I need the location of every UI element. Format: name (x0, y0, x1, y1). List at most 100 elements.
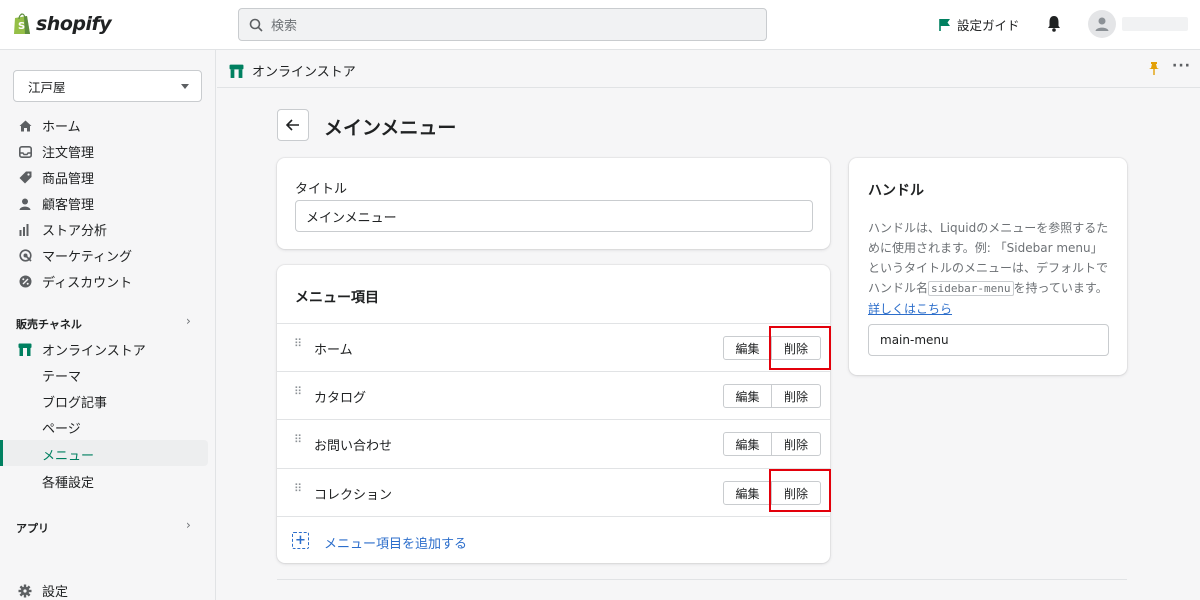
gear-icon (18, 584, 32, 598)
more-actions-icon[interactable]: ··· (1172, 58, 1191, 74)
svg-text:S: S (18, 21, 25, 32)
list-item: ⠿ ホーム 編集 削除 (277, 323, 830, 371)
breadcrumb-label: オンラインストア (252, 65, 356, 80)
handle-description: ハンドルは、Liquidのメニューを参照するために使用されます。例: 「Side… (868, 218, 1111, 319)
sidebar-subitem-blog[interactable]: ブログ記事 (42, 392, 107, 411)
menu-item-label[interactable]: コレクション (314, 484, 392, 503)
user-icon (1095, 17, 1109, 31)
drag-handle-icon[interactable]: ⠿ (294, 483, 302, 494)
flag-icon (939, 18, 950, 31)
breadcrumb[interactable]: オンラインストア (229, 61, 356, 80)
menu-item-label[interactable]: カタログ (314, 387, 366, 406)
arrow-left-icon (286, 119, 299, 131)
store-selector[interactable]: 江戸屋 (13, 70, 202, 102)
sidebar-item-label: 設定 (42, 585, 69, 600)
sidebar-subitem-menus[interactable]: メニュー (42, 445, 94, 464)
sidebar-item-products[interactable]: 商品管理 (18, 168, 94, 187)
sidebar-item-analytics[interactable]: ストア分析 (18, 220, 107, 239)
shopify-bag-icon: S (14, 13, 30, 34)
divider (277, 579, 1127, 580)
bell-icon[interactable] (1046, 14, 1062, 32)
edit-button[interactable]: 編集 (723, 384, 772, 408)
orders-icon (18, 145, 32, 159)
sidebar-item-label: ストア分析 (42, 224, 108, 239)
sidebar-item-label: 顧客管理 (42, 198, 95, 213)
delete-button[interactable]: 削除 (772, 432, 821, 456)
handle-input-value: main-menu (880, 333, 949, 347)
drag-handle-icon[interactable]: ⠿ (294, 386, 302, 397)
tag-icon (18, 171, 32, 185)
discount-icon (18, 275, 32, 289)
list-item: ⠿ お問い合わせ 編集 削除 (277, 419, 830, 467)
setup-guide-button[interactable]: 設定ガイド (938, 15, 1020, 34)
sidebar-subitem-themes[interactable]: テーマ (42, 366, 81, 385)
title-input[interactable]: メインメニュー (295, 200, 813, 232)
page-header-bar: オンラインストア ··· (217, 50, 1200, 88)
scrollbar[interactable] (1186, 88, 1200, 600)
sidebar-item-label: ディスカウント (42, 276, 133, 291)
sidebar: 江戸屋 ホーム 注文管理 商品管理 顧客管理 ストア分析 マーケティング ディス… (0, 50, 216, 600)
avatar[interactable] (1088, 10, 1116, 38)
handle-desc-text: を持っています。 (1013, 281, 1108, 295)
sidebar-item-online-store[interactable]: オンラインストア (18, 340, 146, 359)
title-label: タイトル (295, 182, 348, 197)
shopify-logo[interactable]: S shopify (12, 12, 112, 36)
list-item: ⠿ カタログ 編集 削除 (277, 371, 830, 419)
search-input[interactable]: 検索 (238, 8, 767, 41)
edit-button[interactable]: 編集 (723, 336, 772, 360)
store-icon (18, 343, 32, 357)
drag-handle-icon[interactable]: ⠿ (294, 338, 302, 349)
sidebar-item-label: オンラインストア (42, 344, 146, 359)
account-name-placeholder[interactable] (1122, 17, 1188, 31)
menu-items-card: メニュー項目 ⠿ ホーム 編集 削除 ⠿ カタログ 編集 削除 ⠿ お問い合わせ… (277, 265, 830, 563)
back-button[interactable] (277, 109, 309, 141)
customer-icon (18, 197, 32, 211)
menu-items-heading: メニュー項目 (295, 290, 379, 306)
sidebar-item-marketing[interactable]: マーケティング (18, 246, 132, 265)
add-icon: + (292, 532, 309, 549)
sales-channels-label: 販売チャネル (16, 318, 82, 331)
handle-code-sample: sidebar-menu (928, 281, 1014, 296)
pin-icon[interactable] (1149, 62, 1159, 75)
setup-guide-label: 設定ガイド (957, 18, 1020, 33)
home-icon (18, 119, 32, 133)
item-actions: 編集 削除 (723, 384, 821, 408)
search-icon (249, 18, 263, 32)
handle-title: ハンドル (868, 183, 924, 199)
chevron-right-icon[interactable]: › (186, 314, 191, 328)
caret-down-icon (181, 83, 189, 89)
handle-input[interactable]: main-menu (868, 324, 1109, 356)
drag-handle-icon[interactable]: ⠿ (294, 434, 302, 445)
title-input-value: メインメニュー (306, 210, 397, 226)
edit-button[interactable]: 編集 (723, 432, 772, 456)
analytics-icon (18, 223, 32, 237)
active-item-indicator (0, 440, 3, 466)
page-title: メインメニュー (324, 117, 457, 139)
learn-more-link[interactable]: 詳しくはこちら (868, 302, 952, 316)
sidebar-subitem-pages[interactable]: ページ (42, 418, 81, 437)
chevron-right-icon[interactable]: › (186, 518, 191, 532)
apps-label[interactable]: アプリ (16, 520, 49, 536)
add-menu-item-label: メニュー項目を追加する (324, 537, 468, 552)
sidebar-item-home[interactable]: ホーム (18, 116, 81, 135)
top-bar: S shopify 検索 設定ガイド (0, 0, 1200, 50)
menu-item-label[interactable]: お問い合わせ (314, 435, 392, 454)
sidebar-item-customers[interactable]: 顧客管理 (18, 194, 94, 213)
edit-button[interactable]: 編集 (723, 481, 772, 505)
sidebar-subitem-preferences[interactable]: 各種設定 (42, 472, 94, 491)
add-menu-item-button[interactable]: + メニュー項目を追加する (277, 516, 830, 563)
menu-item-label[interactable]: ホーム (314, 339, 353, 358)
sidebar-item-discounts[interactable]: ディスカウント (18, 272, 132, 291)
brand-name: shopify (36, 13, 112, 35)
item-actions: 編集 削除 (723, 432, 821, 456)
highlight-box (769, 469, 831, 512)
marketing-icon (18, 249, 32, 263)
delete-button[interactable]: 削除 (772, 384, 821, 408)
sidebar-item-orders[interactable]: 注文管理 (18, 142, 94, 161)
sidebar-item-label: 注文管理 (42, 146, 95, 161)
highlight-box (769, 326, 831, 370)
list-item: ⠿ コレクション 編集 削除 (277, 468, 830, 516)
sidebar-item-settings[interactable]: 設定 (18, 581, 68, 600)
handle-card: ハンドル ハンドルは、Liquidのメニューを参照するために使用されます。例: … (849, 158, 1127, 375)
store-icon (229, 64, 244, 78)
